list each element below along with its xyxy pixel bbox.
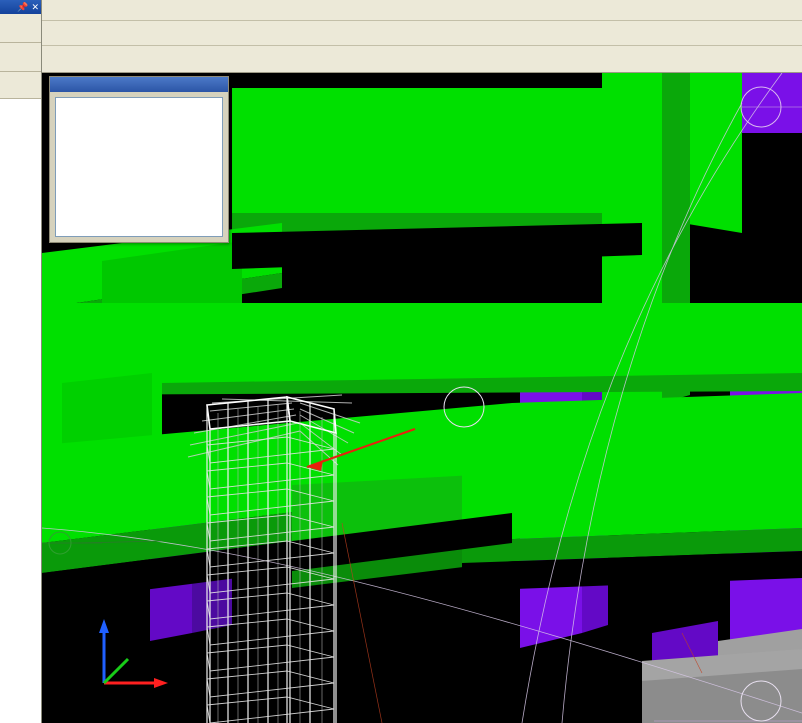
beam-element [232, 88, 642, 213]
left-dock-content [0, 99, 41, 699]
left-dock-toolbar-stubs [0, 14, 41, 99]
application-window: 📌 ✕ [0, 0, 802, 723]
beam-element [682, 73, 742, 233]
rebar-display-control-panel[interactable] [49, 76, 229, 243]
left-dock-row [0, 72, 41, 99]
left-dock-row [0, 43, 41, 72]
rebar-panel-title [50, 77, 228, 92]
rebar-panel-option-list [55, 97, 223, 237]
left-dock-panel: 📌 ✕ [0, 0, 42, 723]
beam-element [462, 461, 802, 541]
edit-toolbar [42, 0, 802, 21]
pin-icon[interactable]: 📌 [17, 2, 28, 12]
left-dock-row [0, 14, 41, 43]
left-dock-titlebar: 📌 ✕ [0, 0, 41, 14]
draw-toolbar [42, 46, 802, 73]
component-toolbar [42, 21, 802, 46]
close-icon[interactable]: ✕ [31, 2, 39, 12]
